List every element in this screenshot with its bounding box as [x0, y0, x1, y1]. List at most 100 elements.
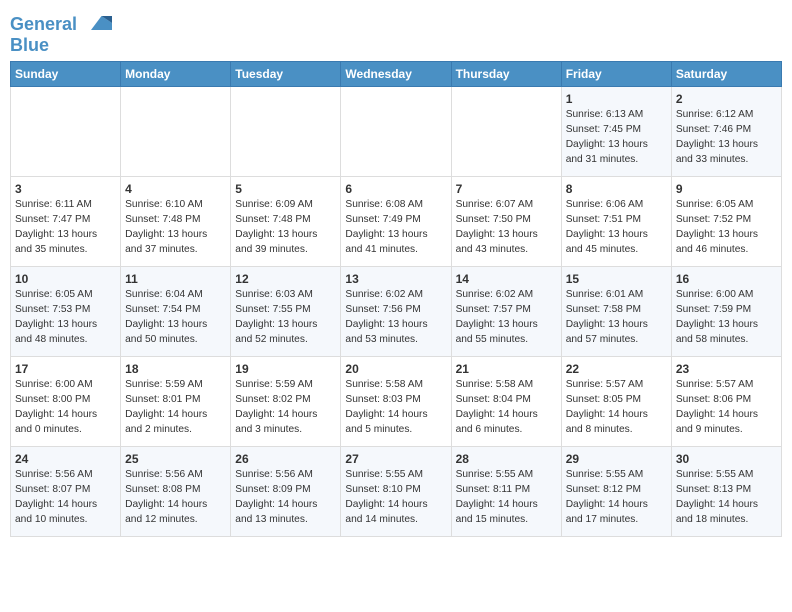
day-cell: 23 Sunrise: 5:57 AMSunset: 8:06 PMDayligh…: [671, 357, 781, 447]
day-info: Sunrise: 6:10 AMSunset: 7:48 PMDaylight:…: [125, 198, 226, 257]
day-info: Sunrise: 5:58 AMSunset: 8:04 PMDaylight:…: [456, 378, 557, 437]
calendar-body: 1 Sunrise: 6:13 AMSunset: 7:45 PMDaylight…: [11, 87, 782, 537]
day-number: 5: [235, 182, 336, 196]
day-cell: [231, 87, 341, 177]
day-number: 7: [456, 182, 557, 196]
day-cell: 3 Sunrise: 6:11 AMSunset: 7:47 PMDaylight…: [11, 177, 121, 267]
day-cell: 5Sunrise: 6:09 AMSunset: 7:48 PMDaylight…: [231, 177, 341, 267]
day-cell: [341, 87, 451, 177]
day-info: Sunrise: 6:00 AMSunset: 8:00 PMDaylight:…: [15, 378, 116, 437]
calendar-header-row: SundayMondayTuesdayWednesdayThursdayFrid…: [11, 62, 782, 87]
day-number: 4: [125, 182, 226, 196]
logo-blue: Blue: [10, 35, 112, 56]
day-cell: 17 Sunrise: 6:00 AMSunset: 8:00 PMDayligh…: [11, 357, 121, 447]
day-cell: 2Sunrise: 6:12 AMSunset: 7:46 PMDaylight…: [671, 87, 781, 177]
day-number: 10: [15, 272, 116, 286]
day-cell: 8 Sunrise: 6:06 AMSunset: 7:51 PMDaylight…: [561, 177, 671, 267]
day-number: 29: [566, 452, 667, 466]
day-cell: 7 Sunrise: 6:07 AMSunset: 7:50 PMDaylight…: [451, 177, 561, 267]
day-number: 9: [676, 182, 777, 196]
day-info: Sunrise: 6:00 AMSunset: 7:59 PMDaylight:…: [676, 288, 777, 347]
day-cell: 26 Sunrise: 5:56 AMSunset: 8:09 PMDayligh…: [231, 447, 341, 537]
day-number: 22: [566, 362, 667, 376]
day-info: Sunrise: 6:13 AMSunset: 7:45 PMDaylight:…: [566, 108, 667, 167]
day-info: Sunrise: 6:01 AMSunset: 7:58 PMDaylight:…: [566, 288, 667, 347]
day-cell: 20 Sunrise: 5:58 AMSunset: 8:03 PMDayligh…: [341, 357, 451, 447]
day-number: 18: [125, 362, 226, 376]
day-cell: 13 Sunrise: 6:02 AMSunset: 7:56 PMDayligh…: [341, 267, 451, 357]
day-number: 1: [566, 92, 667, 106]
day-cell: [451, 87, 561, 177]
day-cell: 21Sunrise: 5:58 AMSunset: 8:04 PMDayligh…: [451, 357, 561, 447]
day-info: Sunrise: 5:59 AMSunset: 8:01 PMDaylight:…: [125, 378, 226, 437]
day-cell: 16 Sunrise: 6:00 AMSunset: 7:59 PMDayligh…: [671, 267, 781, 357]
calendar-table: SundayMondayTuesdayWednesdayThursdayFrid…: [10, 61, 782, 537]
day-info: Sunrise: 6:11 AMSunset: 7:47 PMDaylight:…: [15, 198, 116, 257]
day-cell: 14 Sunrise: 6:02 AMSunset: 7:57 PMDayligh…: [451, 267, 561, 357]
day-info: Sunrise: 6:05 AMSunset: 7:52 PMDaylight:…: [676, 198, 777, 257]
day-info: Sunrise: 6:07 AMSunset: 7:50 PMDaylight:…: [456, 198, 557, 257]
day-number: 11: [125, 272, 226, 286]
day-number: 2: [676, 92, 777, 106]
day-number: 30: [676, 452, 777, 466]
day-info: Sunrise: 5:57 AMSunset: 8:05 PMDaylight:…: [566, 378, 667, 437]
week-row-3: 10Sunrise: 6:05 AMSunset: 7:53 PMDayligh…: [11, 267, 782, 357]
day-cell: 10Sunrise: 6:05 AMSunset: 7:53 PMDayligh…: [11, 267, 121, 357]
logo-general: General: [10, 14, 77, 34]
day-number: 16: [676, 272, 777, 286]
day-info: Sunrise: 6:03 AMSunset: 7:55 PMDaylight:…: [235, 288, 336, 347]
day-cell: 28Sunrise: 5:55 AMSunset: 8:11 PMDayligh…: [451, 447, 561, 537]
day-cell: 4 Sunrise: 6:10 AMSunset: 7:48 PMDaylight…: [121, 177, 231, 267]
day-cell: 1 Sunrise: 6:13 AMSunset: 7:45 PMDaylight…: [561, 87, 671, 177]
day-cell: 25 Sunrise: 5:56 AMSunset: 8:08 PMDayligh…: [121, 447, 231, 537]
day-number: 20: [345, 362, 446, 376]
day-number: 25: [125, 452, 226, 466]
logo: General Blue: [10, 14, 112, 55]
day-info: Sunrise: 6:04 AMSunset: 7:54 PMDaylight:…: [125, 288, 226, 347]
col-header-wednesday: Wednesday: [341, 62, 451, 87]
day-number: 6: [345, 182, 446, 196]
day-cell: 18 Sunrise: 5:59 AMSunset: 8:01 PMDayligh…: [121, 357, 231, 447]
day-info: Sunrise: 6:02 AMSunset: 7:56 PMDaylight:…: [345, 288, 446, 347]
col-header-monday: Monday: [121, 62, 231, 87]
week-row-2: 3 Sunrise: 6:11 AMSunset: 7:47 PMDaylight…: [11, 177, 782, 267]
day-number: 17: [15, 362, 116, 376]
day-info: Sunrise: 5:59 AMSunset: 8:02 PMDaylight:…: [235, 378, 336, 437]
day-cell: 24 Sunrise: 5:56 AMSunset: 8:07 PMDayligh…: [11, 447, 121, 537]
day-number: 26: [235, 452, 336, 466]
day-number: 23: [676, 362, 777, 376]
day-info: Sunrise: 6:02 AMSunset: 7:57 PMDaylight:…: [456, 288, 557, 347]
page-header: General Blue: [10, 10, 782, 55]
day-number: 24: [15, 452, 116, 466]
day-info: Sunrise: 6:08 AMSunset: 7:49 PMDaylight:…: [345, 198, 446, 257]
day-number: 13: [345, 272, 446, 286]
day-cell: 6 Sunrise: 6:08 AMSunset: 7:49 PMDaylight…: [341, 177, 451, 267]
day-number: 19: [235, 362, 336, 376]
day-cell: 19 Sunrise: 5:59 AMSunset: 8:02 PMDayligh…: [231, 357, 341, 447]
day-info: Sunrise: 5:58 AMSunset: 8:03 PMDaylight:…: [345, 378, 446, 437]
day-info: Sunrise: 5:56 AMSunset: 8:07 PMDaylight:…: [15, 468, 116, 527]
day-number: 28: [456, 452, 557, 466]
day-number: 3: [15, 182, 116, 196]
day-cell: 22 Sunrise: 5:57 AMSunset: 8:05 PMDayligh…: [561, 357, 671, 447]
col-header-sunday: Sunday: [11, 62, 121, 87]
day-info: Sunrise: 5:56 AMSunset: 8:08 PMDaylight:…: [125, 468, 226, 527]
week-row-4: 17 Sunrise: 6:00 AMSunset: 8:00 PMDayligh…: [11, 357, 782, 447]
day-number: 15: [566, 272, 667, 286]
day-cell: 30 Sunrise: 5:55 AMSunset: 8:13 PMDayligh…: [671, 447, 781, 537]
day-info: Sunrise: 5:55 AMSunset: 8:12 PMDaylight:…: [566, 468, 667, 527]
col-header-thursday: Thursday: [451, 62, 561, 87]
day-number: 12: [235, 272, 336, 286]
day-info: Sunrise: 5:56 AMSunset: 8:09 PMDaylight:…: [235, 468, 336, 527]
day-cell: 27Sunrise: 5:55 AMSunset: 8:10 PMDayligh…: [341, 447, 451, 537]
day-cell: 15 Sunrise: 6:01 AMSunset: 7:58 PMDayligh…: [561, 267, 671, 357]
day-number: 8: [566, 182, 667, 196]
week-row-5: 24 Sunrise: 5:56 AMSunset: 8:07 PMDayligh…: [11, 447, 782, 537]
day-cell: [121, 87, 231, 177]
day-number: 14: [456, 272, 557, 286]
day-info: Sunrise: 5:55 AMSunset: 8:13 PMDaylight:…: [676, 468, 777, 527]
day-cell: 12 Sunrise: 6:03 AMSunset: 7:55 PMDayligh…: [231, 267, 341, 357]
day-info: Sunrise: 6:06 AMSunset: 7:51 PMDaylight:…: [566, 198, 667, 257]
day-info: Sunrise: 5:57 AMSunset: 8:06 PMDaylight:…: [676, 378, 777, 437]
day-cell: 9 Sunrise: 6:05 AMSunset: 7:52 PMDaylight…: [671, 177, 781, 267]
